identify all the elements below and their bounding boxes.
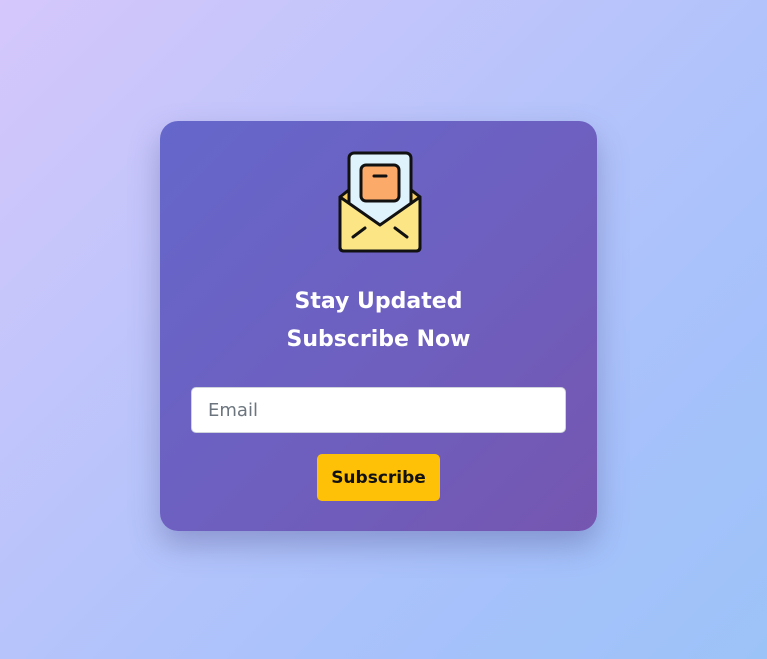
subscribe-button[interactable]: Subscribe [317, 454, 440, 501]
title-stay-updated: Stay Updated [294, 289, 463, 314]
subscribe-card: Stay Updated Subscribe Now Subscribe [160, 121, 597, 531]
email-input[interactable] [191, 387, 566, 433]
open-envelope-letter-icon [335, 149, 425, 255]
title-subscribe-now: Subscribe Now [286, 327, 471, 352]
